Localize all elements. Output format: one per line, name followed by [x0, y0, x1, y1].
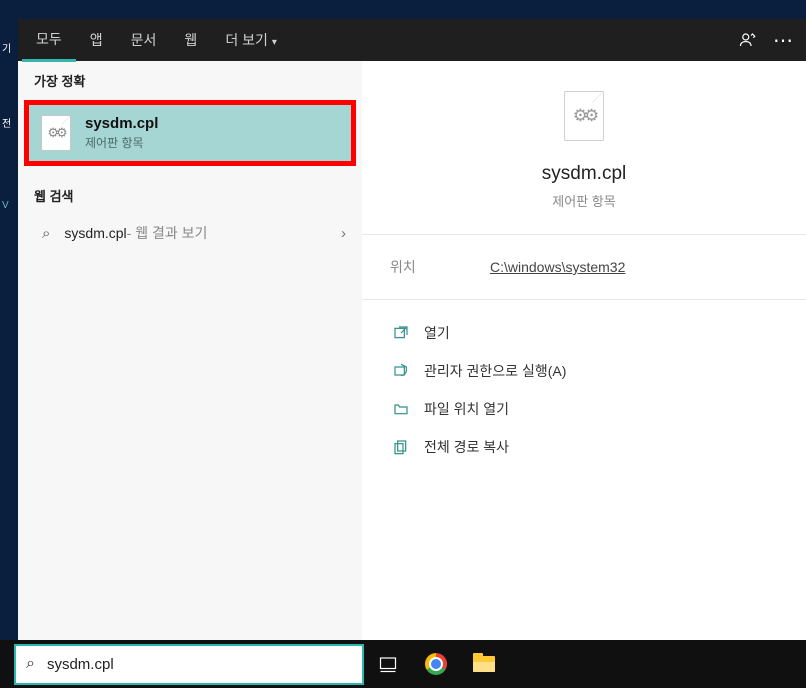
feedback-button[interactable] [730, 22, 766, 58]
control-panel-file-icon: ⚙⚙ [41, 115, 71, 151]
search-input[interactable]: ⌕ sysdm.cpl [14, 644, 364, 685]
admin-run-icon [390, 363, 412, 379]
tab-all[interactable]: 모두 [22, 19, 76, 62]
folder-open-icon [390, 401, 412, 417]
open-icon [390, 325, 412, 341]
web-term: sysdm.cpl [64, 225, 126, 241]
tab-more-label: 더 보기 [225, 32, 268, 48]
action-copy-path-label: 전체 경로 복사 [424, 437, 509, 457]
location-row: 위치 C:\windows\system32 [362, 235, 806, 300]
tab-more[interactable]: 더 보기 ▾ [211, 20, 291, 60]
action-open-location[interactable]: 파일 위치 열기 [382, 390, 786, 428]
location-label: 위치 [390, 257, 490, 277]
chrome-app[interactable] [412, 640, 460, 688]
preview-subtitle: 제어판 항목 [552, 191, 615, 210]
control-panel-file-icon-large: ⚙⚙ [564, 91, 604, 141]
task-view-button[interactable] [364, 640, 412, 688]
action-copy-path[interactable]: 전체 경로 복사 [382, 428, 786, 466]
actions-list: 열기 관리자 권한으로 실행(A) 파일 위치 열기 [362, 300, 806, 480]
feedback-icon [739, 31, 757, 49]
action-open[interactable]: 열기 [382, 314, 786, 352]
results-column: 가장 정확 ⚙⚙ sysdm.cpl 제어판 항목 웹 검색 ⌕ sysdm.c… [18, 61, 362, 640]
web-suffix: - 웹 결과 보기 [127, 223, 208, 243]
search-icon: ⌕ [42, 225, 50, 242]
copy-path-icon [390, 439, 412, 455]
tab-apps[interactable]: 앱 [76, 20, 117, 60]
file-explorer-app[interactable] [460, 640, 508, 688]
taskbar: ⌕ sysdm.cpl [0, 640, 806, 688]
best-match-subtitle: 제어판 항목 [85, 134, 158, 151]
content-row: 가장 정확 ⚙⚙ sysdm.cpl 제어판 항목 웹 검색 ⌕ sysdm.c… [18, 61, 806, 640]
desktop-partial-icons: 기 전 V [0, 0, 18, 640]
action-open-label: 열기 [424, 323, 450, 343]
action-open-location-label: 파일 위치 열기 [424, 399, 509, 419]
location-value[interactable]: C:\windows\system32 [490, 259, 625, 275]
folder-icon [473, 656, 495, 672]
tab-documents[interactable]: 문서 [117, 20, 171, 60]
best-match-title: sysdm.cpl [85, 115, 158, 132]
action-run-admin[interactable]: 관리자 권한으로 실행(A) [382, 352, 786, 390]
section-best-match: 가장 정확 [18, 61, 362, 98]
preview-title: sysdm.cpl [542, 163, 626, 185]
ellipsis-icon: ⋯ [773, 28, 795, 53]
best-match-result[interactable]: ⚙⚙ sysdm.cpl 제어판 항목 [24, 100, 356, 166]
search-panel: 모두 앱 문서 웹 더 보기 ▾ ⋯ 가장 정확 ⚙⚙ sysdm.cpl 제어판… [18, 19, 806, 640]
chevron-right-icon: › [341, 225, 346, 242]
action-run-admin-label: 관리자 권한으로 실행(A) [424, 361, 566, 381]
search-icon: ⌕ [26, 655, 35, 673]
chevron-down-icon: ▾ [272, 37, 277, 48]
search-value: sysdm.cpl [47, 656, 114, 673]
web-search-result[interactable]: ⌕ sysdm.cpl - 웹 결과 보기 › [18, 213, 362, 253]
tabs-header: 모두 앱 문서 웹 더 보기 ▾ ⋯ [18, 19, 806, 61]
tab-web[interactable]: 웹 [170, 20, 211, 60]
chrome-icon [425, 653, 447, 675]
task-view-icon [379, 655, 397, 673]
more-options-button[interactable]: ⋯ [766, 22, 802, 58]
section-web-search: 웹 검색 [18, 176, 362, 213]
preview-area: ⚙⚙ sysdm.cpl 제어판 항목 [362, 61, 806, 235]
details-column: ⚙⚙ sysdm.cpl 제어판 항목 위치 C:\windows\system… [362, 61, 806, 640]
